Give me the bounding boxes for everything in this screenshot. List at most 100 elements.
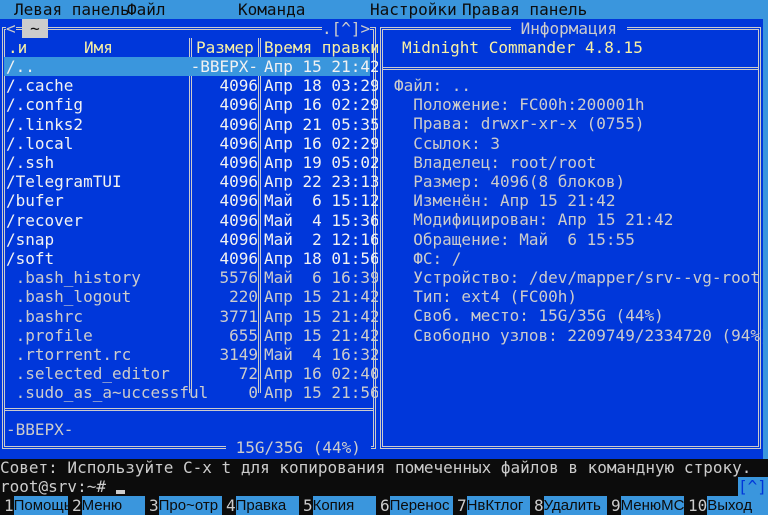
left-panel-path[interactable]: ~ — [22, 19, 48, 38]
scrollbar[interactable] — [763, 19, 768, 459]
file-size: 220 — [229, 287, 258, 307]
file-row[interactable]: /recover 4096 Май 4 15:36 — [4, 210, 380, 230]
left-panel-nav-prev[interactable]: < — [6, 19, 16, 38]
info-line: Ссылок: 3 — [394, 133, 500, 153]
file-row[interactable]: /TelegramTUI 4096 Апр 22 23:13 — [4, 172, 380, 192]
file-size: 4096 — [219, 249, 258, 268]
column-flag[interactable]: .и — [8, 38, 27, 57]
info-line: Владелец: root/root — [394, 152, 597, 172]
info-panel: Информация Midnight Commander 4.8.15 Фай… — [378, 19, 768, 459]
file-row[interactable]: /.links2 4096 Апр 21 05:35 — [4, 114, 380, 134]
hint-line: Совет: Используйте C-x t для копирования… — [0, 458, 752, 477]
file-row[interactable]: .bashrc 3771 Апр 15 21:42 — [4, 306, 380, 326]
file-row[interactable]: /.local 4096 Апр 16 02:29 — [4, 133, 380, 153]
file-size: 4096 — [219, 95, 258, 115]
info-divider — [382, 67, 759, 70]
file-name: .rtorrent.rc — [6, 345, 132, 364]
left-panel[interactable]: < ~ .[^]> .и Имя Размер Время правки /..… — [0, 19, 380, 459]
file-name: /bufer — [6, 191, 64, 211]
fkey-label: Про~отр — [158, 496, 222, 515]
column-size[interactable]: Размер — [196, 38, 254, 57]
file-name: /.cache — [6, 76, 74, 96]
command-prompt[interactable]: root@srv:~# — [0, 477, 125, 496]
fkey-label: НвКтлог — [466, 496, 530, 515]
file-size: 4096 — [219, 210, 258, 230]
file-size: 4096 — [219, 76, 258, 96]
file-name: /TelegramTUI — [6, 172, 122, 192]
left-panel-nav-history[interactable]: .[^]> — [322, 19, 371, 38]
mini-status: -ВВЕРХ- — [6, 420, 74, 439]
info-line: Файл: .. — [394, 76, 472, 95]
prompt-text: root@srv:~# — [0, 477, 116, 496]
file-row[interactable]: .profile 655 Апр 15 21:42 — [4, 325, 380, 345]
menu-item[interactable]: Файл — [127, 0, 166, 19]
file-name: /soft — [6, 249, 55, 268]
fkey-number: 2 — [72, 496, 82, 515]
file-name: .selected_editor — [6, 364, 170, 384]
file-row[interactable]: /bufer 4096 Май 6 15:12 — [4, 191, 380, 211]
file-mtime: Апр 21 05:35 — [264, 114, 380, 134]
menu-item[interactable]: Настройки — [370, 0, 457, 19]
file-name: /.links2 — [6, 114, 84, 134]
mini-status-divider — [4, 408, 374, 411]
file-row[interactable]: /.cache 4096 Апр 18 03:29 — [4, 76, 380, 96]
file-row[interactable]: /.. -ВВЕРХ- Апр 15 21:42 — [4, 57, 380, 76]
file-mtime: Апр 16 02:40 — [264, 364, 380, 384]
file-size: 4096 — [219, 229, 258, 249]
file-size: 655 — [229, 325, 258, 345]
fkey-label: Удалить — [543, 496, 607, 515]
mc-version: Midnight Commander 4.8.15 — [402, 38, 643, 57]
file-row[interactable]: /soft 4096 Апр 18 01:56 — [4, 249, 380, 268]
file-name: .bash_history — [6, 268, 141, 288]
file-row[interactable]: .selected_editor 72 Апр 16 02:40 — [4, 364, 380, 384]
file-row[interactable]: .rtorrent.rc 3149 Май 4 16:32 — [4, 345, 380, 364]
fkey-label: Выход — [707, 496, 768, 515]
file-size: 4096 — [219, 153, 258, 172]
file-size: 0 — [248, 383, 258, 403]
fkey-number: 3 — [149, 496, 159, 515]
fkey-label: Меню — [81, 496, 145, 515]
info-line: Обращение: Май 6 15:55 — [394, 229, 635, 249]
menu-bar: Левая панель Файл Команда Настройки Правая п… — [0, 0, 768, 19]
file-row[interactable]: /.ssh 4096 Апр 19 05:02 — [4, 153, 380, 172]
function-key-bar: 1 Помощь 2 Меню 3 Про~отр 4 Правка 5 Копия 6 Перено… — [0, 496, 768, 515]
file-size: -ВВЕРХ- — [190, 57, 258, 76]
info-line: Модифицирован: Апр 15 21:42 — [394, 210, 674, 230]
fkey-number: 10 — [688, 496, 708, 515]
column-name[interactable]: Имя — [84, 38, 113, 57]
file-name: .profile — [6, 325, 93, 345]
file-row[interactable]: /snap 4096 Май 2 12:16 — [4, 229, 380, 249]
info-line: Размер: 4096(8 блоков) — [394, 172, 626, 191]
file-row[interactable]: .sudo_as_a~uccessful 0 Апр 15 21:56 — [4, 383, 380, 403]
file-row[interactable]: .bash_history 5576 Май 6 16:39 — [4, 268, 380, 288]
menu-item[interactable]: Правая панель — [462, 0, 587, 19]
fkey-number: 4 — [226, 496, 236, 515]
file-mtime: Апр 15 21:42 — [264, 325, 380, 345]
file-size: 4096 — [219, 114, 258, 134]
info-line: Свободно узлов: 2209749/2334720 (94%) — [394, 325, 768, 345]
file-mtime: Апр 16 02:29 — [264, 95, 380, 115]
column-mtime[interactable]: Время правки — [264, 38, 380, 57]
file-name: .bash_logout — [6, 287, 132, 307]
file-size: 5576 — [219, 268, 258, 288]
scroll-indicator[interactable]: [^] — [738, 477, 768, 496]
file-size: 3771 — [219, 306, 258, 326]
info-line: ФС: / — [394, 248, 462, 268]
file-name: .sudo_as_a~uccessful — [6, 383, 209, 403]
file-size: 4096 — [219, 191, 258, 211]
file-row[interactable]: /.config 4096 Апр 16 02:29 — [4, 95, 380, 115]
fkey-number: 5 — [303, 496, 313, 515]
file-size: 4096 — [219, 172, 258, 192]
file-mtime: Апр 15 21:42 — [264, 287, 380, 307]
file-mtime: Май 4 16:32 — [264, 345, 380, 364]
info-line: Изменён: Апр 15 21:42 — [394, 191, 616, 211]
file-row[interactable]: .bash_logout 220 Апр 15 21:42 — [4, 287, 380, 307]
fkey-label: Правка — [235, 496, 299, 515]
fkey-number: 7 — [457, 496, 467, 515]
file-mtime: Май 4 15:36 — [264, 210, 380, 230]
menu-item[interactable]: Команда — [238, 0, 305, 19]
file-size: 3149 — [219, 345, 258, 364]
file-name: /.local — [6, 133, 74, 153]
file-mtime: Май 6 16:39 — [264, 268, 380, 288]
menu-item[interactable]: Левая панель — [14, 0, 130, 19]
